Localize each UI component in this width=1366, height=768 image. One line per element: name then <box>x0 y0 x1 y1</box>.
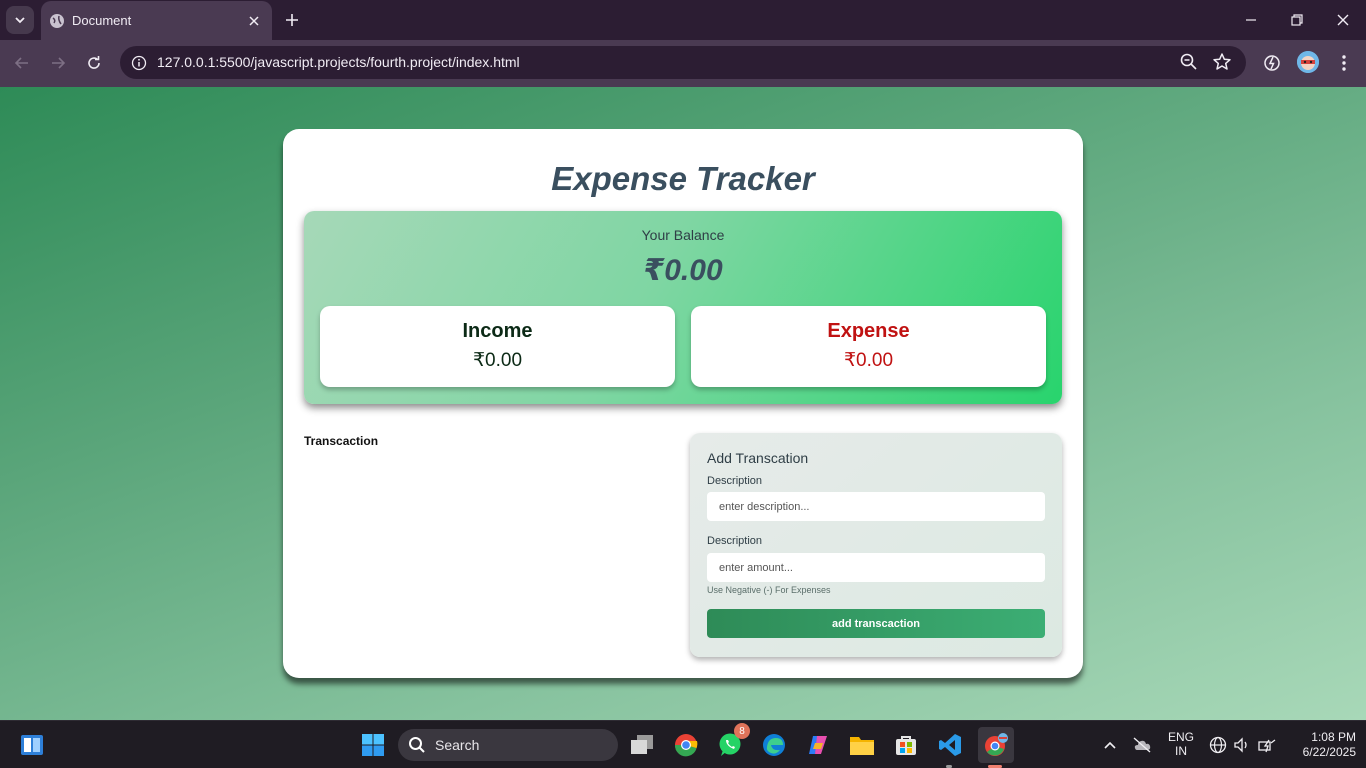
tab-title: Document <box>72 13 132 28</box>
search-label: Search <box>435 737 480 753</box>
language-bottom: IN <box>1175 744 1187 758</box>
restore-button[interactable] <box>1281 6 1313 34</box>
expense-label: Expense <box>827 320 910 342</box>
globe-network-icon <box>1209 736 1227 754</box>
kebab-menu-icon <box>1342 55 1346 71</box>
browser-toolbar: 127.0.0.1:5500/javascript.projects/fourt… <box>0 40 1366 87</box>
browser-menu-button[interactable] <box>1330 49 1358 77</box>
vscode-icon <box>939 734 961 756</box>
bookmark-star-icon[interactable] <box>1211 51 1233 78</box>
speaker-icon <box>1234 737 1247 753</box>
balance-value: ₹0.00 <box>643 254 723 287</box>
add-transaction-form: Add Transcation Description Description … <box>690 433 1062 657</box>
chrome-taskbar-button[interactable] <box>670 729 702 761</box>
amount-hint: Use Negative (-) For Expenses <box>707 585 831 595</box>
avatar-icon <box>1297 51 1319 73</box>
task-view-button[interactable] <box>626 729 658 761</box>
performance-button[interactable] <box>1258 49 1286 77</box>
address-bar[interactable]: 127.0.0.1:5500/javascript.projects/fourt… <box>120 46 1246 79</box>
tab-search-button[interactable] <box>6 6 34 34</box>
edge-taskbar-button[interactable] <box>758 729 790 761</box>
widgets-icon <box>21 735 43 755</box>
expense-tracker-card: Expense Tracker Your Balance ₹0.00 Incom… <box>283 129 1083 678</box>
show-hidden-icons-button[interactable] <box>1094 729 1126 761</box>
copilot-taskbar-button[interactable] <box>802 729 834 761</box>
balance-panel: Your Balance ₹0.00 Income ₹0.00 Expense … <box>304 211 1062 404</box>
store-taskbar-button[interactable] <box>890 729 922 761</box>
browser-tab[interactable]: Document <box>41 1 272 40</box>
close-window-button[interactable] <box>1327 6 1359 34</box>
description-label: Description <box>707 475 763 487</box>
language-indicator[interactable]: ENG IN <box>1164 730 1198 758</box>
site-info-icon[interactable] <box>126 50 151 75</box>
battery-button[interactable] <box>1252 729 1282 761</box>
file-explorer-taskbar-button[interactable] <box>846 729 878 761</box>
amount-label: Description <box>707 535 763 547</box>
vscode-taskbar-button[interactable] <box>934 729 966 761</box>
store-icon <box>896 736 916 755</box>
copilot-icon <box>809 736 827 754</box>
income-label: Income <box>462 320 533 342</box>
windows-logo-icon <box>362 734 384 756</box>
chrome-icon <box>674 734 698 757</box>
whatsapp-taskbar-button[interactable]: 8 <box>714 723 750 761</box>
clock-date: 6/22/2025 <box>1302 745 1356 759</box>
chrome-profile-icon <box>985 733 1008 756</box>
income-card: Income ₹0.00 <box>320 306 675 387</box>
income-value: ₹0.00 <box>472 350 523 371</box>
start-button[interactable] <box>357 729 389 761</box>
language-top: ENG <box>1167 730 1194 744</box>
close-icon <box>1337 14 1349 26</box>
form-heading: Add Transcation <box>707 450 809 466</box>
cloud-offline-icon <box>1133 737 1151 753</box>
search-icon <box>409 737 425 753</box>
reload-button[interactable] <box>80 49 108 77</box>
expense-card: Expense ₹0.00 <box>691 306 1046 387</box>
taskbar-search[interactable]: Search <box>398 729 618 761</box>
balance-label: Your Balance <box>641 227 725 243</box>
add-transaction-button[interactable]: add transcaction <box>707 609 1045 638</box>
chevron-up-icon <box>1104 741 1116 749</box>
folder-icon <box>850 737 874 755</box>
url-text: 127.0.0.1:5500/javascript.projects/fourt… <box>157 54 520 70</box>
reload-icon <box>88 56 100 69</box>
battery-charging-icon <box>1258 739 1276 753</box>
tab-strip: Document <box>0 0 1366 40</box>
clock-time: 1:08 PM <box>1311 730 1356 744</box>
plus-icon <box>286 14 298 26</box>
widgets-button[interactable] <box>16 729 48 761</box>
restore-icon <box>1291 14 1303 26</box>
chrome-profile-taskbar-button[interactable] <box>978 727 1014 763</box>
forward-button[interactable] <box>44 49 72 77</box>
minimize-icon <box>1246 19 1256 21</box>
amount-input[interactable] <box>707 553 1045 582</box>
minimize-button[interactable] <box>1235 6 1267 34</box>
tab-close-icon[interactable] <box>244 11 264 31</box>
transactions-heading: Transcaction <box>304 434 379 448</box>
new-tab-button[interactable] <box>280 8 304 32</box>
arrow-left-icon <box>14 57 28 69</box>
back-button[interactable] <box>8 49 36 77</box>
page-title: Expense Tracker <box>551 160 815 197</box>
clock[interactable]: 1:08 PM 6/22/2025 <box>1284 730 1356 760</box>
globe-icon <box>50 14 64 28</box>
speedometer-icon <box>1264 55 1280 71</box>
taskbar: Search 8 ENG IN 1:08 PM 6/22/2025 <box>0 720 1366 768</box>
expense-value: ₹0.00 <box>843 350 894 371</box>
chevron-down-icon <box>15 17 25 24</box>
task-view-icon <box>631 735 653 754</box>
edge-icon <box>763 734 785 756</box>
description-input[interactable] <box>707 492 1045 521</box>
page-viewport: Expense Tracker Your Balance ₹0.00 Incom… <box>0 87 1366 720</box>
onedrive-button[interactable] <box>1126 729 1158 761</box>
whatsapp-badge: 8 <box>734 723 750 739</box>
zoom-icon[interactable] <box>1178 51 1200 78</box>
arrow-right-icon <box>52 57 66 69</box>
profile-avatar[interactable] <box>1297 51 1319 73</box>
